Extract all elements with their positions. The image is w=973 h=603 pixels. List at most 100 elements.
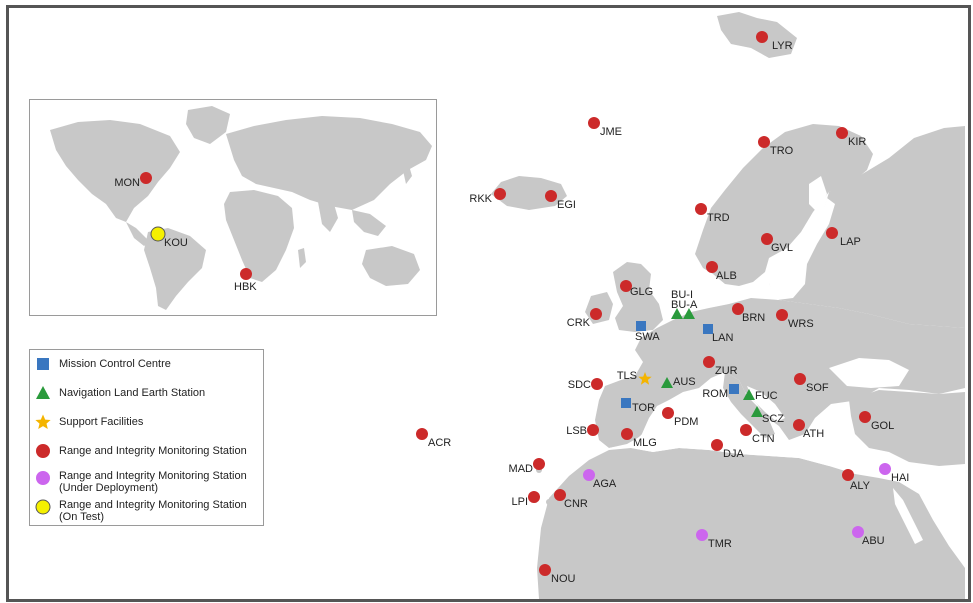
station-label-swa: SWA xyxy=(635,331,660,343)
station-marker-lap xyxy=(826,227,838,239)
station-marker-lyr xyxy=(756,31,768,43)
station-marker-mlg xyxy=(621,428,633,440)
australia-land xyxy=(362,246,420,286)
yellow-star-icon xyxy=(35,414,51,429)
station-label-pdm: PDM xyxy=(674,416,698,428)
station-marker-dja xyxy=(711,439,723,451)
station-label-abu: ABU xyxy=(862,535,885,547)
station-label-gvl: GVL xyxy=(771,242,793,254)
legend-label-rims: Range and Integrity Monitoring Station xyxy=(59,445,247,457)
station-label-lpi: LPI xyxy=(511,496,528,508)
station-marker-nou xyxy=(539,564,551,576)
station-label-scz: SCZ xyxy=(762,413,784,425)
station-label-lap: LAP xyxy=(840,236,861,248)
station-marker-sdc xyxy=(591,378,603,390)
station-marker-gol xyxy=(859,411,871,423)
station-marker-lpi xyxy=(528,491,540,503)
red-circle-icon xyxy=(36,444,50,458)
station-label-bu-a: BU-A xyxy=(671,299,698,311)
station-marker-crk xyxy=(590,308,602,320)
station-label-tmr: TMR xyxy=(708,538,732,550)
station-marker-mon xyxy=(140,172,152,184)
legend-label-rims-test: Range and Integrity Monitoring Station (… xyxy=(59,499,247,523)
legend-item-mcc: Mission Control Centre xyxy=(30,354,263,376)
legend-label-rims-deploy-sub: (Under Deployment) xyxy=(59,482,159,494)
world-inset-svg: MON KOU HBK xyxy=(50,106,432,310)
station-marker-pdm xyxy=(662,407,674,419)
station-marker-kou xyxy=(150,226,166,242)
station-label-brn: BRN xyxy=(742,312,765,324)
station-marker-trd xyxy=(695,203,707,215)
world-inset-map: MON KOU HBK xyxy=(29,99,437,316)
legend-label-rims-test-main: Range and Integrity Monitoring Station xyxy=(59,499,247,511)
station-marker-wrs xyxy=(776,309,788,321)
station-marker-swa xyxy=(636,321,646,331)
station-label-tls: TLS xyxy=(617,370,637,382)
station-label-sdc: SDC xyxy=(568,379,591,391)
station-marker-rom xyxy=(729,384,739,394)
station-label-kir: KIR xyxy=(848,136,866,148)
map-legend: Mission Control Centre Navigation Land E… xyxy=(29,349,264,526)
station-label-aga: AGA xyxy=(593,478,617,490)
station-marker-egi xyxy=(545,190,557,202)
station-label-rom: ROM xyxy=(702,388,728,400)
station-label-alb: ALB xyxy=(716,270,737,282)
purple-circle-icon xyxy=(36,471,50,485)
canary-island-2 xyxy=(546,499,552,505)
station-label-hai: HAI xyxy=(891,472,909,484)
station-label-fuc: FUC xyxy=(755,390,778,402)
legend-label-mcc: Mission Control Centre xyxy=(59,358,171,370)
station-marker-acr xyxy=(416,428,428,440)
station-marker-tor xyxy=(621,398,631,408)
greenland-land xyxy=(186,106,230,144)
station-label-mlg: MLG xyxy=(633,437,657,449)
legend-label-rims-deploy-main: Range and Integrity Monitoring Station xyxy=(59,470,247,482)
station-label-hbk: HBK xyxy=(234,281,257,293)
station-label-trd: TRD xyxy=(707,212,730,224)
legend-item-rims-test: Range and Integrity Monitoring Station (… xyxy=(30,497,263,525)
blue-square-icon xyxy=(37,358,49,370)
station-label-mad: MAD xyxy=(509,463,534,475)
station-label-cnr: CNR xyxy=(564,498,588,510)
station-label-wrs: WRS xyxy=(788,318,814,330)
north-america-land xyxy=(50,120,180,222)
station-label-ath: ATH xyxy=(803,428,824,440)
station-label-aly: ALY xyxy=(850,480,871,492)
station-marker-hai xyxy=(879,463,891,475)
station-label-tor: TOR xyxy=(632,402,655,414)
station-marker-tro xyxy=(758,136,770,148)
africa-inset-land xyxy=(224,190,294,282)
station-marker-zur xyxy=(703,356,715,368)
station-marker-lsb xyxy=(587,424,599,436)
station-label-egi: EGI xyxy=(557,199,576,211)
station-marker-kir xyxy=(836,127,848,139)
yellow-circle-icon xyxy=(35,499,51,515)
madagascar-land xyxy=(298,248,306,268)
station-marker-ctn xyxy=(740,424,752,436)
station-label-crk: CRK xyxy=(567,317,591,329)
station-label-gol: GOL xyxy=(871,420,894,432)
station-label-nou: NOU xyxy=(551,573,576,585)
station-label-sof: SOF xyxy=(806,382,829,394)
legend-item-nles: Navigation Land Earth Station xyxy=(30,383,263,405)
legend-label-rims-test-sub: (On Test) xyxy=(59,511,105,523)
legend-label-rims-deploy: Range and Integrity Monitoring Station (… xyxy=(59,470,247,494)
green-triangle-icon xyxy=(36,386,50,399)
legend-item-rims-deploy: Range and Integrity Monitoring Station (… xyxy=(30,468,263,496)
station-label-lan: LAN xyxy=(712,332,733,344)
station-label-lyr: LYR xyxy=(772,40,793,52)
station-label-zur: ZUR xyxy=(715,365,738,377)
station-marker-rkk xyxy=(494,188,506,200)
station-label-jme: JME xyxy=(600,126,622,138)
station-marker-sof xyxy=(794,373,806,385)
station-label-rkk: RKK xyxy=(469,193,492,205)
world-land xyxy=(50,106,432,310)
turkey-land xyxy=(849,390,965,466)
southeast-asia-land xyxy=(352,210,386,236)
station-marker-tmr xyxy=(696,529,708,541)
station-label-tro: TRO xyxy=(770,145,794,157)
station-label-acr: ACR xyxy=(428,437,451,449)
legend-item-rims: Range and Integrity Monitoring Station xyxy=(30,441,263,463)
africa-land xyxy=(537,448,965,599)
legend-label-nles: Navigation Land Earth Station xyxy=(59,387,206,399)
